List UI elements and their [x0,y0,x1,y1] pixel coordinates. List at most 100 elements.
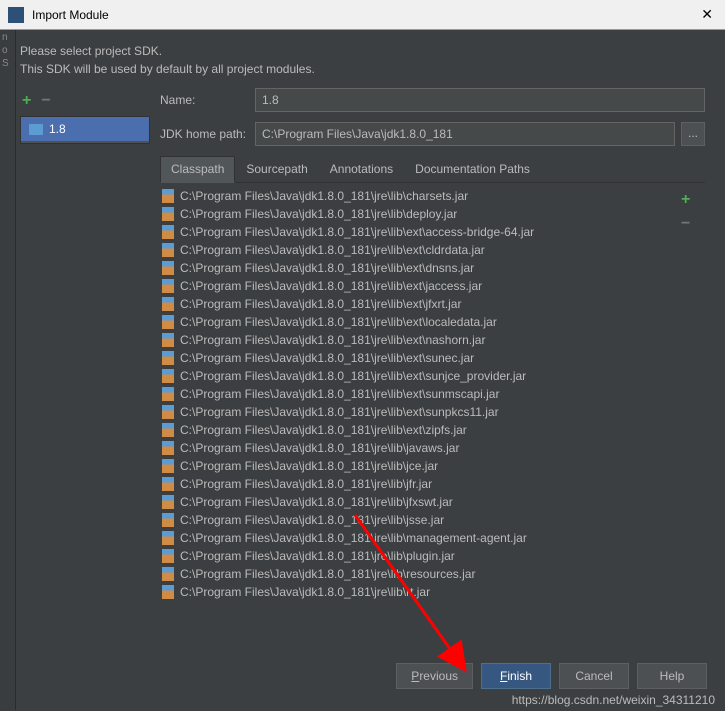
classpath-item-path: C:\Program Files\Java\jdk1.8.0_181\jre\l… [180,315,497,329]
classpath-item-path: C:\Program Files\Java\jdk1.8.0_181\jre\l… [180,459,438,473]
tab-sourcepath[interactable]: Sourcepath [235,156,318,182]
sdk-sidebar: + − 1.8 [20,88,150,617]
sdk-item-label: 1.8 [49,122,66,136]
remove-sdk-icon[interactable]: − [41,92,50,110]
left-gutter: noS [0,30,16,710]
sdk-item[interactable]: 1.8 [21,117,149,141]
classpath-item-path: C:\Program Files\Java\jdk1.8.0_181\jre\l… [180,225,534,239]
classpath-item-path: C:\Program Files\Java\jdk1.8.0_181\jre\l… [180,351,474,365]
classpath-item[interactable]: C:\Program Files\Java\jdk1.8.0_181\jre\l… [160,187,681,205]
classpath-item-path: C:\Program Files\Java\jdk1.8.0_181\jre\l… [180,585,430,599]
tab-classpath[interactable]: Classpath [160,156,235,183]
window-title: Import Module [32,8,697,22]
titlebar: Import Module ✕ [0,0,725,30]
classpath-item-path: C:\Program Files\Java\jdk1.8.0_181\jre\l… [180,477,432,491]
jar-icon [162,333,174,347]
browse-button[interactable]: ... [681,122,705,146]
classpath-item[interactable]: C:\Program Files\Java\jdk1.8.0_181\jre\l… [160,223,681,241]
classpath-item[interactable]: C:\Program Files\Java\jdk1.8.0_181\jre\l… [160,403,681,421]
classpath-item-path: C:\Program Files\Java\jdk1.8.0_181\jre\l… [180,261,474,275]
classpath-item[interactable]: C:\Program Files\Java\jdk1.8.0_181\jre\l… [160,277,681,295]
tab-annotations[interactable]: Annotations [319,156,404,182]
watermark: https://blog.csdn.net/weixin_34311210 [512,693,715,707]
classpath-list[interactable]: C:\Program Files\Java\jdk1.8.0_181\jre\l… [160,187,681,617]
classpath-item-path: C:\Program Files\Java\jdk1.8.0_181\jre\l… [180,279,482,293]
classpath-item[interactable]: C:\Program Files\Java\jdk1.8.0_181\jre\l… [160,421,681,439]
classpath-item-path: C:\Program Files\Java\jdk1.8.0_181\jre\l… [180,531,527,545]
classpath-item-path: C:\Program Files\Java\jdk1.8.0_181\jre\l… [180,567,475,581]
classpath-item-path: C:\Program Files\Java\jdk1.8.0_181\jre\l… [180,441,459,455]
previous-button[interactable]: Previous [396,663,473,689]
home-path-input[interactable] [255,122,675,146]
jar-icon [162,225,174,239]
classpath-item[interactable]: C:\Program Files\Java\jdk1.8.0_181\jre\l… [160,565,681,583]
app-icon [8,7,24,23]
close-icon[interactable]: ✕ [697,6,717,23]
classpath-item[interactable]: C:\Program Files\Java\jdk1.8.0_181\jre\l… [160,439,681,457]
jar-icon [162,369,174,383]
classpath-item-path: C:\Program Files\Java\jdk1.8.0_181\jre\l… [180,207,457,221]
classpath-item[interactable]: C:\Program Files\Java\jdk1.8.0_181\jre\l… [160,295,681,313]
jar-icon [162,459,174,473]
classpath-item[interactable]: C:\Program Files\Java\jdk1.8.0_181\jre\l… [160,313,681,331]
jar-icon [162,531,174,545]
add-sdk-icon[interactable]: + [22,92,31,110]
classpath-item[interactable]: C:\Program Files\Java\jdk1.8.0_181\jre\l… [160,475,681,493]
classpath-item-path: C:\Program Files\Java\jdk1.8.0_181\jre\l… [180,405,499,419]
button-bar: Previous Finish Cancel Help [396,663,707,689]
help-button[interactable]: Help [637,663,707,689]
jar-icon [162,351,174,365]
remove-classpath-icon[interactable]: − [681,215,705,233]
jar-icon [162,387,174,401]
jar-icon [162,297,174,311]
jar-icon [162,261,174,275]
instructions: Please select project SDK. This SDK will… [20,42,705,78]
classpath-item-path: C:\Program Files\Java\jdk1.8.0_181\jre\l… [180,423,467,437]
classpath-item-path: C:\Program Files\Java\jdk1.8.0_181\jre\l… [180,495,453,509]
jar-icon [162,243,174,257]
btn-rest: revious [419,669,458,683]
cancel-button[interactable]: Cancel [559,663,629,689]
classpath-item[interactable]: C:\Program Files\Java\jdk1.8.0_181\jre\l… [160,529,681,547]
classpath-item[interactable]: C:\Program Files\Java\jdk1.8.0_181\jre\l… [160,259,681,277]
classpath-item[interactable]: C:\Program Files\Java\jdk1.8.0_181\jre\l… [160,367,681,385]
classpath-item[interactable]: C:\Program Files\Java\jdk1.8.0_181\jre\l… [160,349,681,367]
folder-icon [29,124,43,135]
tabs: ClasspathSourcepathAnnotationsDocumentat… [160,156,705,183]
jar-icon [162,585,174,599]
classpath-item-path: C:\Program Files\Java\jdk1.8.0_181\jre\l… [180,243,485,257]
tab-documentation-paths[interactable]: Documentation Paths [404,156,541,182]
classpath-item[interactable]: C:\Program Files\Java\jdk1.8.0_181\jre\l… [160,385,681,403]
jar-icon [162,279,174,293]
jar-icon [162,189,174,203]
jar-icon [162,513,174,527]
classpath-item[interactable]: C:\Program Files\Java\jdk1.8.0_181\jre\l… [160,547,681,565]
classpath-item[interactable]: C:\Program Files\Java\jdk1.8.0_181\jre\l… [160,511,681,529]
classpath-item-path: C:\Program Files\Java\jdk1.8.0_181\jre\l… [180,513,444,527]
classpath-item[interactable]: C:\Program Files\Java\jdk1.8.0_181\jre\l… [160,583,681,601]
add-classpath-icon[interactable]: + [681,191,705,209]
finish-button[interactable]: Finish [481,663,551,689]
jar-icon [162,423,174,437]
classpath-item[interactable]: C:\Program Files\Java\jdk1.8.0_181\jre\l… [160,457,681,475]
name-label: Name: [160,93,255,107]
jar-icon [162,207,174,221]
classpath-item-path: C:\Program Files\Java\jdk1.8.0_181\jre\l… [180,549,455,563]
btn-rest: inish [507,669,532,683]
name-input[interactable] [255,88,705,112]
classpath-item[interactable]: C:\Program Files\Java\jdk1.8.0_181\jre\l… [160,241,681,259]
sdk-list[interactable]: 1.8 [20,116,150,144]
jar-icon [162,495,174,509]
jar-icon [162,567,174,581]
instruction-line: This SDK will be used by default by all … [20,60,705,78]
classpath-item[interactable]: C:\Program Files\Java\jdk1.8.0_181\jre\l… [160,205,681,223]
classpath-item[interactable]: C:\Program Files\Java\jdk1.8.0_181\jre\l… [160,493,681,511]
home-path-label: JDK home path: [160,127,255,141]
classpath-item-path: C:\Program Files\Java\jdk1.8.0_181\jre\l… [180,369,526,383]
classpath-item-path: C:\Program Files\Java\jdk1.8.0_181\jre\l… [180,297,461,311]
jar-icon [162,405,174,419]
classpath-item[interactable]: C:\Program Files\Java\jdk1.8.0_181\jre\l… [160,331,681,349]
classpath-item-path: C:\Program Files\Java\jdk1.8.0_181\jre\l… [180,333,485,347]
jar-icon [162,315,174,329]
jar-icon [162,549,174,563]
